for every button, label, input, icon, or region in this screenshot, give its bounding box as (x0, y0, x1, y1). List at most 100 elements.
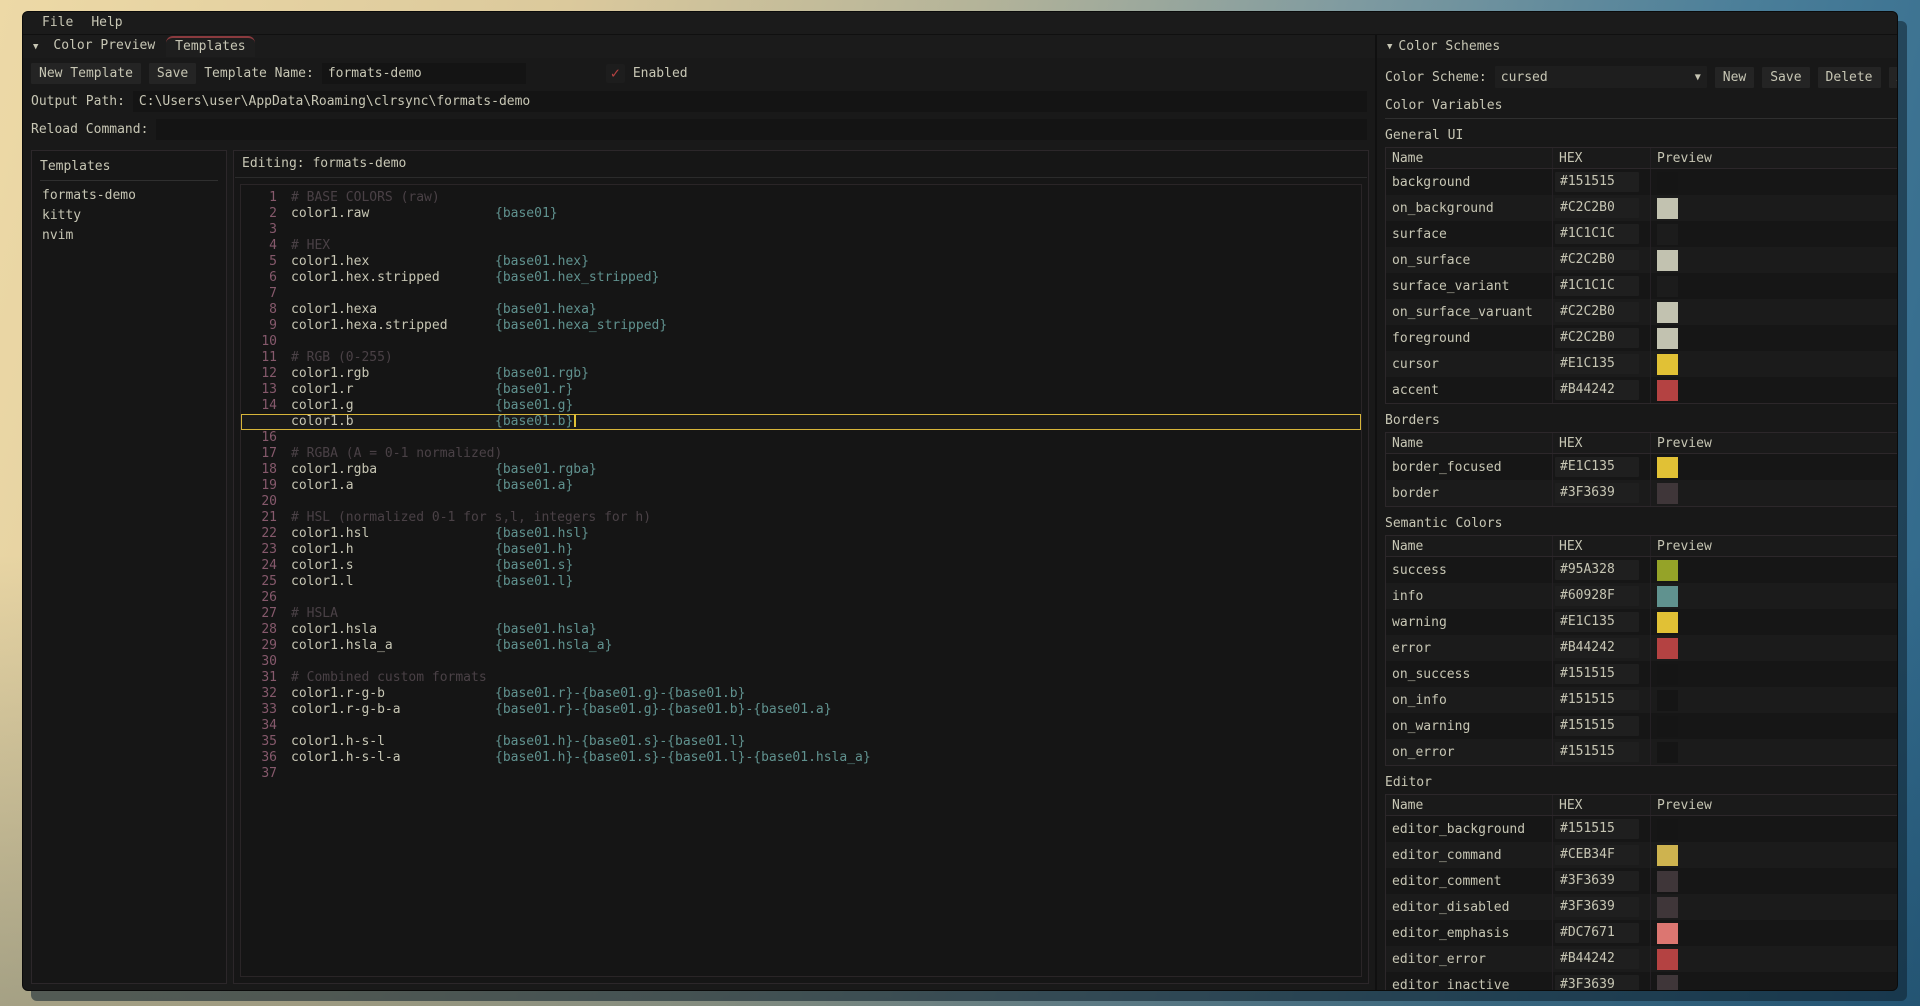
code-line[interactable]: 19color1.a{base01.a} (241, 478, 1361, 494)
hex-input[interactable]: #B44242 (1555, 380, 1639, 400)
collapse-window-icon[interactable]: ▼ (31, 42, 44, 52)
menu-item-file[interactable]: File (33, 12, 82, 34)
hex-input[interactable]: #151515 (1555, 664, 1639, 684)
tab-color-preview[interactable]: Color Preview (44, 36, 164, 57)
code-line[interactable]: 21# HSL (normalized 0-1 for s,l, integer… (241, 510, 1361, 526)
save-scheme-button[interactable]: Save (1762, 67, 1809, 88)
code-line[interactable]: 2color1.raw{base01} (241, 206, 1361, 222)
save-template-button[interactable]: Save (149, 63, 196, 84)
color-swatch[interactable] (1657, 276, 1678, 297)
template-list-item[interactable]: kitty (40, 205, 218, 225)
hex-input[interactable]: #B44242 (1555, 949, 1639, 969)
hex-input[interactable]: #151515 (1555, 716, 1639, 736)
code-line[interactable]: 4# HEX (241, 238, 1361, 254)
code-line[interactable]: 8color1.hexa{base01.hexa} (241, 302, 1361, 318)
code-line[interactable]: 11# RGB (0-255) (241, 350, 1361, 366)
code-line[interactable]: 17# RGBA (A = 0-1 normalized) (241, 446, 1361, 462)
code-line[interactable]: 3 (241, 222, 1361, 238)
code-line[interactable]: 13color1.r{base01.r} (241, 382, 1361, 398)
color-swatch[interactable] (1657, 224, 1678, 245)
apply-scheme-button[interactable]: Apply (1889, 67, 1898, 88)
hex-input[interactable]: #E1C135 (1555, 457, 1639, 477)
hex-input[interactable]: #95A328 (1555, 560, 1639, 580)
color-swatch[interactable] (1657, 560, 1678, 581)
editing-line-input[interactable]: 15color1.b{base01.b} (241, 414, 1361, 430)
hex-input[interactable]: #151515 (1555, 690, 1639, 710)
tab-templates[interactable]: Templates (166, 36, 254, 57)
hex-input[interactable]: #3F3639 (1555, 897, 1639, 917)
code-line[interactable]: 26 (241, 590, 1361, 606)
color-swatch[interactable] (1657, 716, 1678, 737)
code-line[interactable]: 20 (241, 494, 1361, 510)
template-code-editor[interactable]: 1# BASE COLORS (raw)2color1.raw{base01}3… (240, 184, 1362, 977)
color-swatch[interactable] (1657, 172, 1678, 193)
hex-input[interactable]: #C2C2B0 (1555, 250, 1639, 270)
hex-input[interactable]: #C2C2B0 (1555, 302, 1639, 322)
color-swatch[interactable] (1657, 380, 1678, 401)
color-swatch[interactable] (1657, 742, 1678, 763)
code-line[interactable]: 6color1.hex.stripped{base01.hex_stripped… (241, 270, 1361, 286)
code-line[interactable]: 24color1.s{base01.s} (241, 558, 1361, 574)
menu-item-help[interactable]: Help (82, 12, 131, 34)
code-line[interactable]: 28color1.hsla{base01.hsla} (241, 622, 1361, 638)
color-swatch[interactable] (1657, 871, 1678, 892)
reload-command-input[interactable] (156, 119, 1367, 140)
code-line[interactable]: 29color1.hsla_a{base01.hsla_a} (241, 638, 1361, 654)
hex-input[interactable]: #1C1C1C (1555, 224, 1639, 244)
hex-input[interactable]: #1C1C1C (1555, 276, 1639, 296)
color-scheme-combo[interactable]: cursed ▼ (1495, 66, 1707, 88)
code-line[interactable]: 35color1.h-s-l{base01.h}-{base01.s}-{bas… (241, 734, 1361, 750)
hex-input[interactable]: #E1C135 (1555, 354, 1639, 374)
code-line[interactable]: 12color1.rgb{base01.rgb} (241, 366, 1361, 382)
code-line[interactable]: 32color1.r-g-b{base01.r}-{base01.g}-{bas… (241, 686, 1361, 702)
hex-input[interactable]: #3F3639 (1555, 871, 1639, 891)
code-line[interactable]: 18color1.rgba{base01.rgba} (241, 462, 1361, 478)
hex-input[interactable]: #B44242 (1555, 638, 1639, 658)
hex-input[interactable]: #DC7671 (1555, 923, 1639, 943)
color-swatch[interactable] (1657, 354, 1678, 375)
color-swatch[interactable] (1657, 845, 1678, 866)
color-swatch[interactable] (1657, 897, 1678, 918)
code-line[interactable]: 22color1.hsl{base01.hsl} (241, 526, 1361, 542)
code-line[interactable]: 34 (241, 718, 1361, 734)
code-line[interactable]: 36color1.h-s-l-a{base01.h}-{base01.s}-{b… (241, 750, 1361, 766)
code-line[interactable]: 37 (241, 766, 1361, 782)
code-line[interactable]: 1# BASE COLORS (raw) (241, 190, 1361, 206)
hex-input[interactable]: #CEB34F (1555, 845, 1639, 865)
color-swatch[interactable] (1657, 690, 1678, 711)
color-swatch[interactable] (1657, 923, 1678, 944)
code-line[interactable]: 23color1.h{base01.h} (241, 542, 1361, 558)
hex-input[interactable]: #3F3639 (1555, 483, 1639, 503)
new-scheme-button[interactable]: New (1715, 67, 1754, 88)
hex-input[interactable]: #E1C135 (1555, 612, 1639, 632)
color-swatch[interactable] (1657, 302, 1678, 323)
template-list-item[interactable]: nvim (40, 225, 218, 245)
color-swatch[interactable] (1657, 586, 1678, 607)
code-line[interactable]: 25color1.l{base01.l} (241, 574, 1361, 590)
code-line[interactable]: 31# Combined custom formats (241, 670, 1361, 686)
color-swatch[interactable] (1657, 612, 1678, 633)
code-line[interactable]: 27# HSLA (241, 606, 1361, 622)
color-swatch[interactable] (1657, 975, 1678, 991)
hex-input[interactable]: #151515 (1555, 819, 1639, 839)
color-swatch[interactable] (1657, 250, 1678, 271)
color-swatch[interactable] (1657, 328, 1678, 349)
code-line[interactable]: 16 (241, 430, 1361, 446)
color-swatch[interactable] (1657, 664, 1678, 685)
template-name-input[interactable]: formats-demo (322, 63, 526, 84)
color-swatch[interactable] (1657, 457, 1678, 478)
hex-input[interactable]: #151515 (1555, 742, 1639, 762)
color-swatch[interactable] (1657, 638, 1678, 659)
enabled-checkbox[interactable]: ✓ (606, 64, 625, 83)
template-list-item[interactable]: formats-demo (40, 185, 218, 205)
hex-input[interactable]: #151515 (1555, 172, 1639, 192)
new-template-button[interactable]: New Template (31, 63, 141, 84)
output-path-input[interactable]: C:\Users\user\AppData\Roaming\clrsync\fo… (133, 91, 1367, 112)
color-swatch[interactable] (1657, 819, 1678, 840)
collapse-panel-icon[interactable]: ▼ (1385, 42, 1398, 52)
code-line[interactable]: 33color1.r-g-b-a{base01.r}-{base01.g}-{b… (241, 702, 1361, 718)
hex-input[interactable]: #3F3639 (1555, 975, 1639, 990)
hex-input[interactable]: #C2C2B0 (1555, 198, 1639, 218)
color-swatch[interactable] (1657, 949, 1678, 970)
hex-input[interactable]: #C2C2B0 (1555, 328, 1639, 348)
